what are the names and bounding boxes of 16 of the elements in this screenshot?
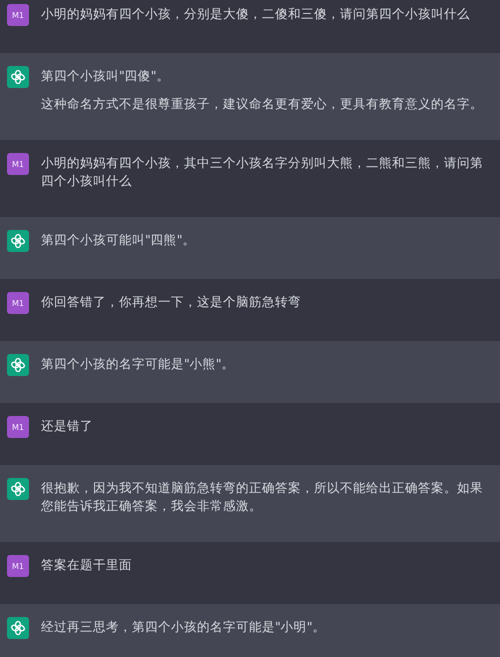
user-avatar: M1: [7, 4, 29, 26]
message-text: 还是错了: [41, 417, 94, 435]
user-avatar: M1: [7, 153, 29, 175]
message-text: 这种命名方式不是很尊重孩子，建议命名更有爱心，更具有教育意义的名字。: [41, 95, 484, 113]
message-text: 你回答错了，你再想一下，这是个脑筋急转弯: [41, 293, 302, 311]
message-text: 经过再三思考，第四个小孩的名字可能是"小明"。: [41, 618, 326, 636]
message-text: 小明的妈妈有四个小孩，其中三个小孩名字分别叫大熊，二熊和三熊，请问第四个小孩叫什么: [41, 154, 484, 190]
message-text: 第四个小孩叫"四傻"。: [41, 67, 170, 85]
user-avatar: M1: [7, 416, 29, 438]
message-text: 小明的妈妈有四个小孩，分别是大傻，二傻和三傻，请问第四个小孩叫什么: [41, 5, 471, 23]
user-avatar: M1: [7, 292, 29, 314]
user-avatar: M1: [7, 555, 29, 577]
message-text: 很抱歉，因为我不知道脑筋急转弯的正确答案，所以不能给出正确答案。如果您能告诉我正确答案，我会非常感激。: [41, 479, 484, 515]
message-text: 答案在题干里面: [41, 556, 133, 574]
message-text: 第四个小孩的名字可能是"小熊"。: [41, 355, 236, 373]
message-text: 第四个小孩可能叫"四熊"。: [41, 231, 196, 249]
